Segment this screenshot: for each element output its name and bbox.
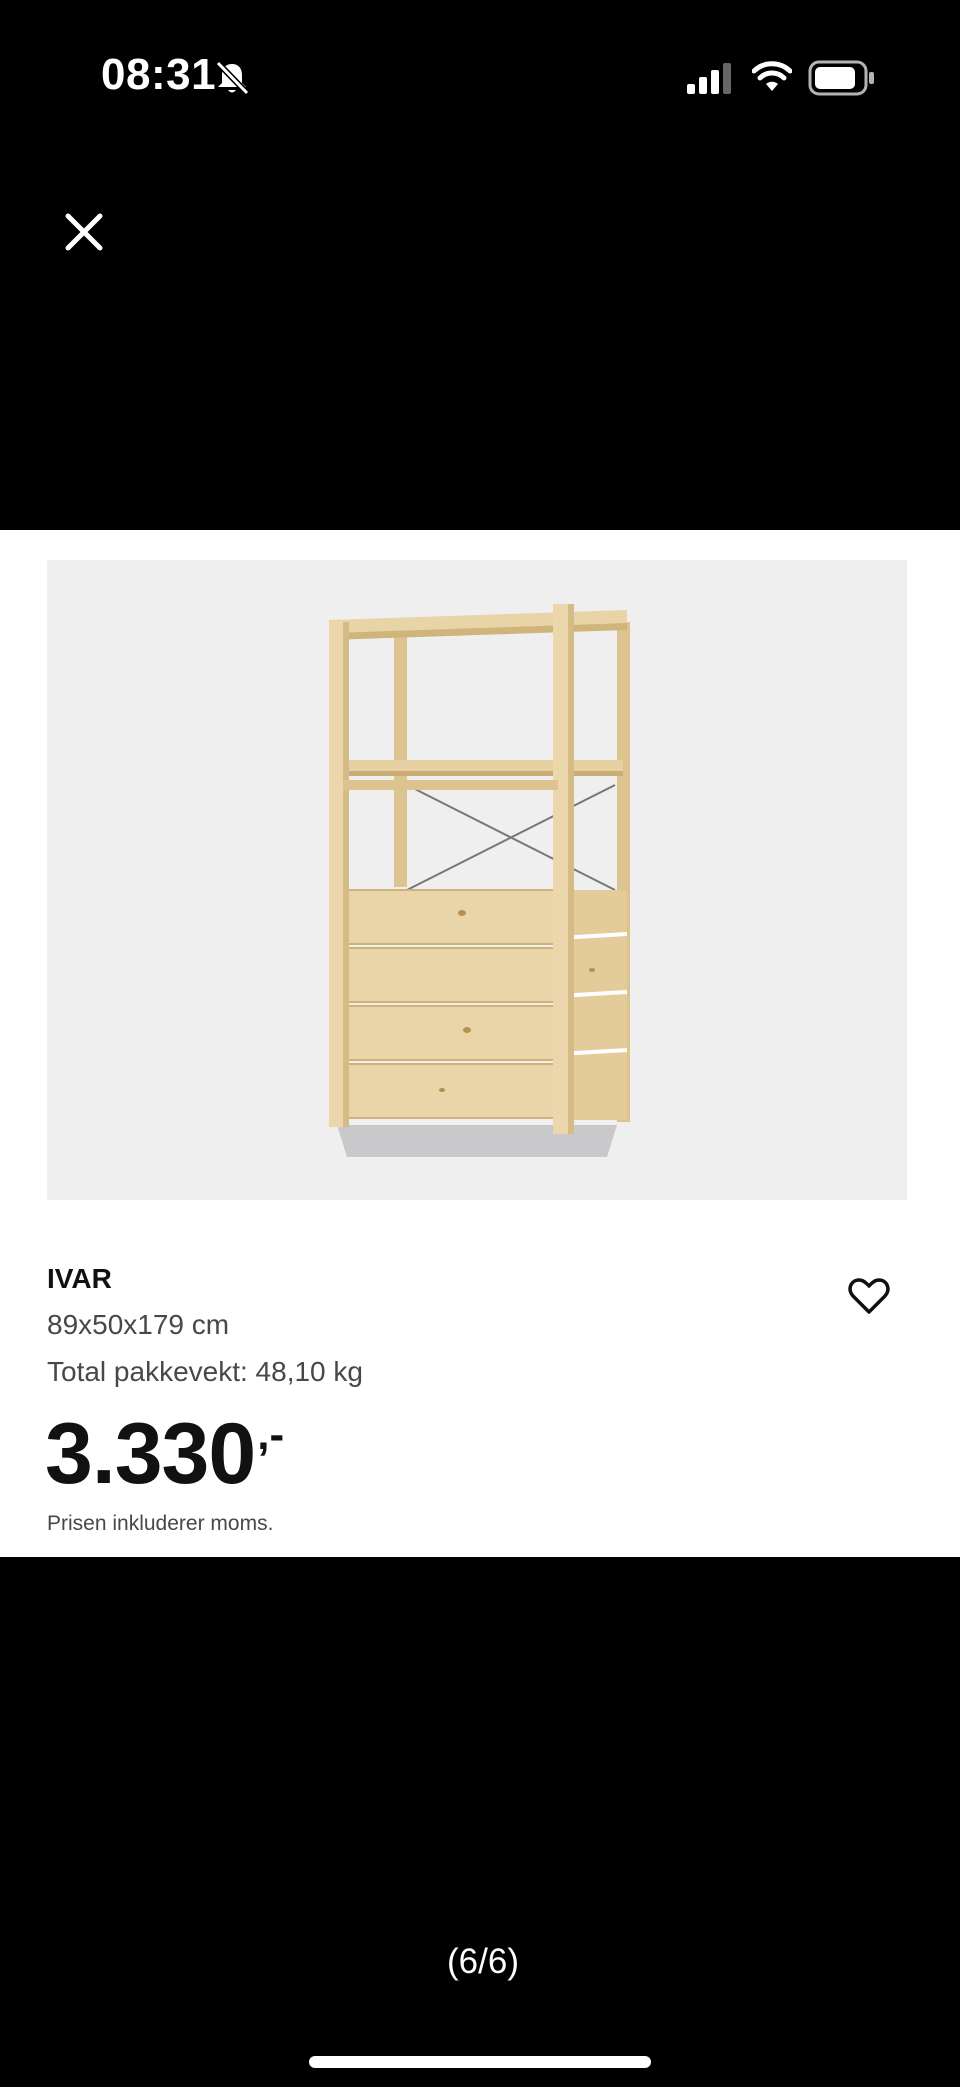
- bell-slash-icon: [215, 60, 250, 96]
- price-main: 3.330: [45, 1406, 256, 1502]
- close-icon[interactable]: [60, 208, 108, 256]
- cellular-signal-icon: [687, 63, 731, 94]
- price-suffix: ,-: [257, 1410, 285, 1459]
- image-counter: (6/6): [447, 1942, 519, 1981]
- product-card[interactable]: IVAR 89x50x179 cm Total pakkevekt: 48,10…: [0, 530, 960, 1557]
- vat-note: Prisen inkluderer moms.: [47, 1512, 274, 1535]
- product-image: [47, 560, 907, 1200]
- status-time: 08:31: [101, 50, 217, 99]
- product-name: IVAR: [47, 1263, 112, 1294]
- heart-icon[interactable]: [848, 1277, 890, 1315]
- product-weight: Total pakkevekt: 48,10 kg: [47, 1356, 363, 1387]
- ivar-shelving-unit-image: [329, 604, 630, 1157]
- product-price: 3.330,-: [45, 1405, 284, 1504]
- status-bar: 08:31: [0, 0, 960, 160]
- home-indicator[interactable]: [309, 2056, 651, 2068]
- wifi-icon: [752, 61, 792, 91]
- battery-icon: [808, 60, 874, 96]
- product-dimensions: 89x50x179 cm: [47, 1309, 230, 1340]
